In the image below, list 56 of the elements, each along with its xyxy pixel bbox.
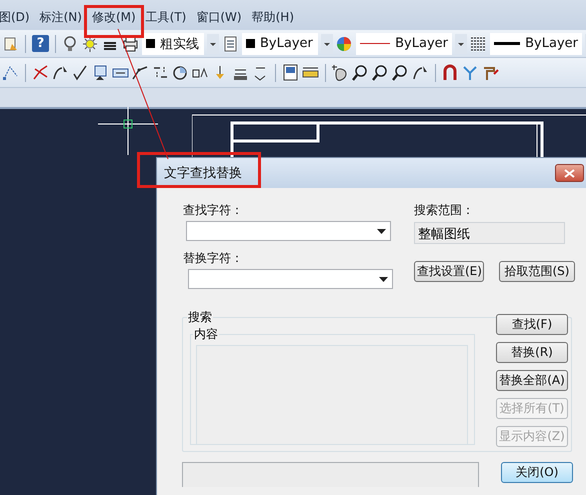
scope-field: 整幅图纸	[414, 222, 565, 244]
linetype-dropdown[interactable]: ByLayer	[356, 32, 452, 54]
highlight-frame	[84, 5, 144, 38]
menu-item[interactable]: 工具(T)	[140, 9, 192, 26]
menu-item[interactable]: 帮助(H)	[246, 9, 299, 26]
group-label: 搜索	[187, 309, 213, 326]
color-dropdown[interactable]: ByLayer	[242, 32, 318, 54]
replace-text-field[interactable]	[188, 269, 393, 289]
magnifier-icon[interactable]	[392, 64, 409, 81]
circle-icon[interactable]	[172, 64, 189, 81]
lineweight-dropdown[interactable]: ByLayer	[490, 32, 582, 54]
caret-icon	[377, 228, 386, 234]
curve-arrow-icon[interactable]	[412, 64, 429, 81]
crossing-lines-icon[interactable]	[32, 64, 49, 81]
layer-sheet-icon[interactable]	[222, 35, 239, 52]
swap-icon[interactable]	[152, 64, 169, 81]
curve-arrow-icon[interactable]	[52, 64, 69, 81]
polyline-icon[interactable]	[132, 64, 149, 81]
find-text-field[interactable]	[186, 221, 391, 241]
line-sample-icon	[360, 42, 390, 45]
dotted-path-icon[interactable]	[2, 64, 19, 81]
magnet-icon[interactable]	[442, 64, 459, 81]
color-swatch-icon	[146, 39, 155, 48]
action-button[interactable]: 查找(F)	[496, 314, 568, 335]
menu-item[interactable]: 标注(N)	[34, 9, 87, 26]
field-label: 查找字符：	[183, 202, 244, 219]
fork-icon[interactable]	[462, 64, 479, 81]
color-wheel-icon[interactable]	[336, 35, 353, 52]
checkmark-icon[interactable]	[72, 64, 89, 81]
dialog-title: 文字查找替换	[164, 165, 242, 182]
close-icon	[564, 168, 575, 178]
printer-icon[interactable]	[122, 35, 139, 52]
caret-icon	[379, 276, 388, 282]
layer-dropdown[interactable]: 粗实线	[142, 32, 204, 54]
menu-item[interactable]: 图(D)	[0, 9, 35, 26]
help-button[interactable]: ?	[32, 35, 49, 52]
line-sample-icon	[494, 42, 520, 46]
action-button[interactable]: 替换(R)	[496, 342, 568, 363]
magnifier-icon[interactable]	[372, 64, 389, 81]
sun-icon[interactable]	[82, 35, 99, 52]
close-dialog-button[interactable]: 关闭(O)	[501, 462, 573, 483]
group-label: 内容	[193, 326, 219, 343]
action-button[interactable]: 替换全部(A)	[496, 370, 568, 391]
crosshair-cursor-icon	[98, 107, 158, 155]
clipboard-icon[interactable]	[2, 35, 19, 52]
color-swatch-icon	[246, 39, 255, 48]
menu-item[interactable]: 窗口(W)	[191, 9, 247, 26]
field-label: 搜索范围：	[414, 202, 475, 219]
magnifier-icon[interactable]	[352, 64, 369, 81]
find-settings-button[interactable]: 查找设置(E)	[414, 261, 484, 282]
panel-icon[interactable]	[282, 64, 299, 81]
pick-range-button[interactable]: 拾取范围(S)	[499, 261, 575, 282]
menu-item[interactable]: 修改(M)	[86, 9, 141, 26]
field-label: 替换字符：	[183, 250, 244, 267]
line-pattern-icon[interactable]	[470, 35, 487, 52]
close-button[interactable]	[555, 164, 584, 182]
